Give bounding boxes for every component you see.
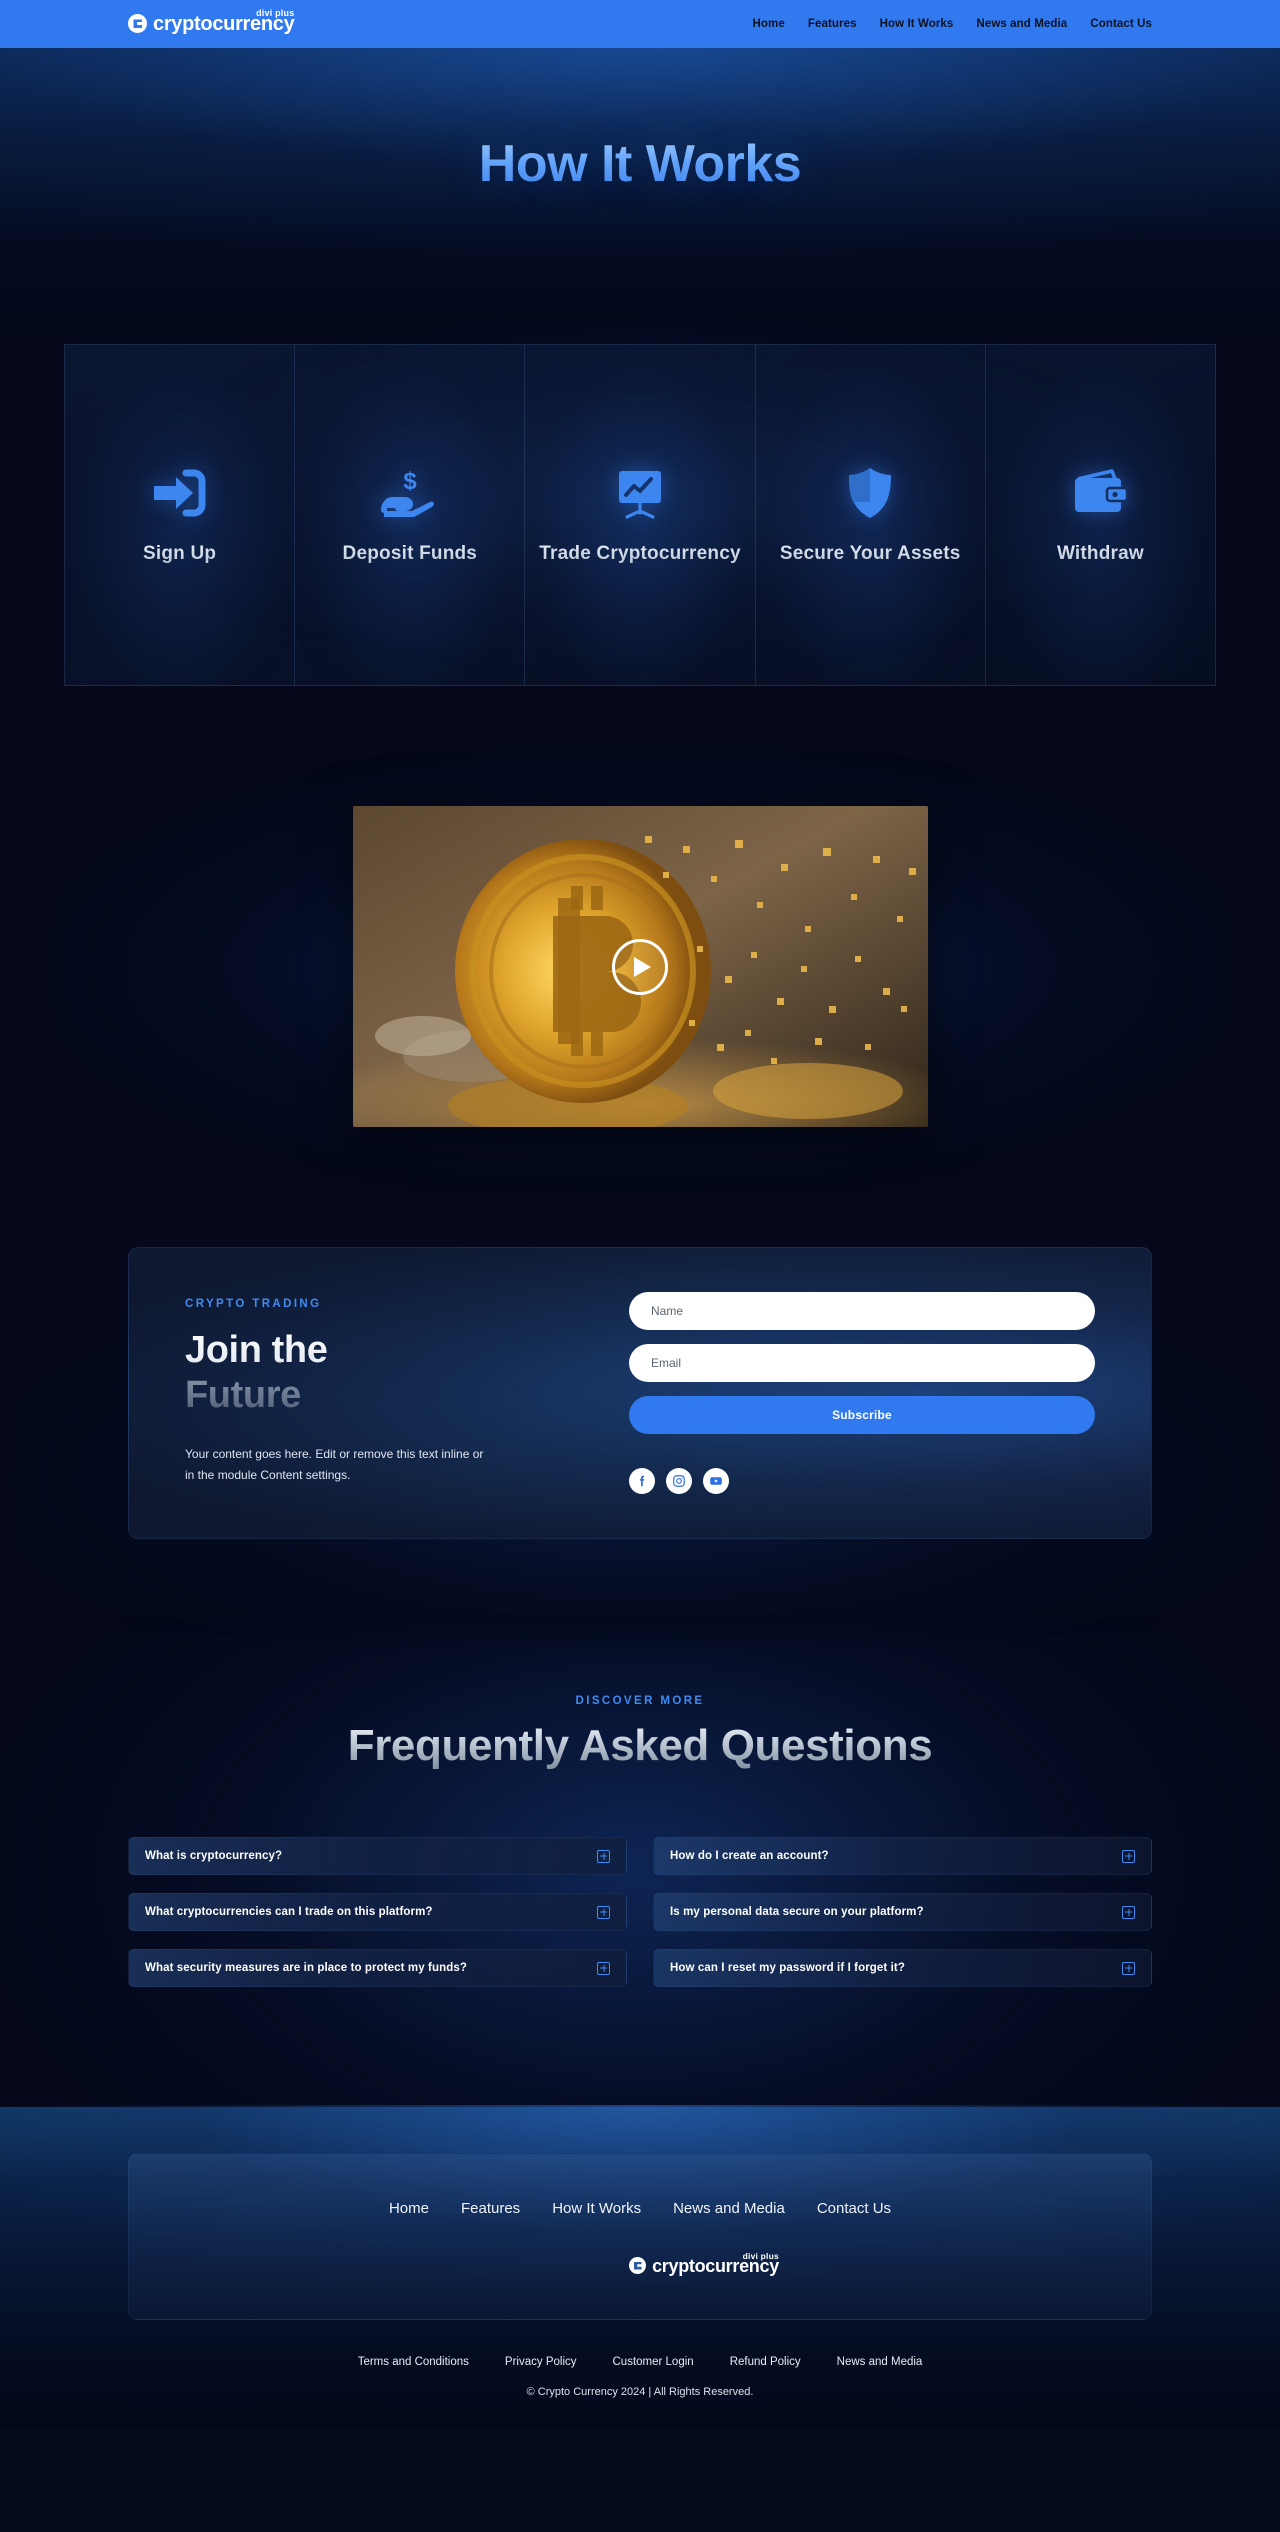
plus-icon[interactable]: [1122, 1961, 1135, 1975]
faq-question: How do I create an account?: [670, 1850, 829, 1862]
step-sign-up[interactable]: Sign Up: [65, 345, 296, 685]
step-withdraw[interactable]: Withdraw: [985, 345, 1216, 685]
site-header: cryptocurrency divi plus Home Features H…: [0, 0, 1280, 48]
steps-section: Sign Up $ Deposit Funds Trade Cryptocurr…: [0, 324, 1280, 686]
crypto-coin-icon: [629, 2257, 647, 2274]
plus-icon[interactable]: [1122, 1849, 1135, 1863]
subscribe-description: Your content goes here. Edit or remove t…: [185, 1446, 484, 1482]
subscribe-form-column: Subscribe: [629, 1288, 1095, 1494]
play-triangle: [633, 956, 651, 977]
plus-icon[interactable]: [597, 1905, 610, 1919]
nav-item-how-it-works[interactable]: How It Works: [880, 18, 954, 30]
nav-item-contact-us[interactable]: Contact Us: [1090, 18, 1152, 30]
footer-nav: Home Features How It Works News and Medi…: [129, 2200, 1151, 2217]
step-secure-your-assets[interactable]: Secure Your Assets: [755, 345, 986, 685]
plus-icon[interactable]: [597, 1849, 610, 1863]
video-section: [0, 686, 1280, 1247]
faq-question: What security measures are in place to p…: [145, 1962, 467, 1974]
social-links: [629, 1468, 1095, 1494]
faq-title: Frequently Asked Questions: [0, 1721, 1280, 1771]
plus-icon[interactable]: [597, 1961, 610, 1975]
page-title: How It Works: [478, 135, 802, 193]
footer-nav-item-contact-us[interactable]: Contact Us: [817, 2200, 891, 2217]
faq-item[interactable]: Is my personal data secure on your platf…: [653, 1893, 1152, 1931]
faq-grid: What is cryptocurrency? How do I create …: [128, 1837, 1152, 1987]
subscribe-heading: Join the Future: [185, 1328, 575, 1418]
hand-holding-dollar-icon: $: [379, 465, 441, 521]
hero-section: How It Works: [0, 48, 1280, 344]
page-root: cryptocurrency divi plus Home Features H…: [0, 0, 1280, 2532]
play-icon[interactable]: [612, 938, 668, 995]
step-label: Secure Your Assets: [779, 543, 961, 564]
step-label: Withdraw: [1056, 543, 1144, 564]
crypto-coin-icon: [128, 14, 147, 33]
subscribe-copy-column: CRYPTO TRADING Join the Future Your cont…: [185, 1288, 575, 1494]
step-trade-cryptocurrency[interactable]: Trade Cryptocurrency: [525, 345, 756, 685]
email-input[interactable]: [629, 1344, 1095, 1382]
faq-item[interactable]: How do I create an account?: [653, 1837, 1152, 1875]
nav-item-home[interactable]: Home: [752, 18, 784, 30]
faq-question: Is my personal data secure on your platf…: [670, 1906, 924, 1918]
wallet-icon: [1069, 465, 1131, 521]
faq-section: DISCOVER MORE Frequently Asked Questions…: [0, 1635, 1280, 2255]
step-deposit-funds[interactable]: $ Deposit Funds: [295, 345, 526, 685]
faq-item[interactable]: What cryptocurrencies can I trade on thi…: [128, 1893, 627, 1931]
footer-brand-sup: divi plus: [742, 2251, 779, 2261]
footer-nav-item-features[interactable]: Features: [461, 2200, 520, 2217]
video-player[interactable]: [352, 806, 928, 1127]
footer-link-news-and-media[interactable]: News and Media: [837, 2356, 923, 2368]
faq-question: What cryptocurrencies can I trade on thi…: [145, 1906, 433, 1918]
subscribe-eyebrow: CRYPTO TRADING: [185, 1298, 322, 1310]
footer-card: Home Features How It Works News and Medi…: [128, 2153, 1152, 2320]
name-input[interactable]: [629, 1292, 1095, 1330]
svg-text:$: $: [403, 468, 417, 495]
footer-nav-item-news-and-media[interactable]: News and Media: [673, 2200, 785, 2217]
plus-icon[interactable]: [1122, 1905, 1135, 1919]
subscribe-heading-line1: Join the: [185, 1328, 575, 1373]
nav-item-news-and-media[interactable]: News and Media: [976, 18, 1067, 30]
faq-item[interactable]: What is cryptocurrency?: [128, 1837, 627, 1875]
faq-question: What is cryptocurrency?: [145, 1850, 283, 1862]
subscribe-heading-line2: Future: [185, 1373, 575, 1418]
subscribe-card: CRYPTO TRADING Join the Future Your cont…: [128, 1247, 1152, 1539]
footer-logo[interactable]: cryptocurrency divi plus: [629, 2251, 779, 2275]
facebook-icon[interactable]: [629, 1468, 655, 1494]
subscribe-section: CRYPTO TRADING Join the Future Your cont…: [0, 1247, 1280, 1677]
youtube-icon[interactable]: [703, 1468, 729, 1494]
step-label: Trade Cryptocurrency: [539, 543, 741, 564]
step-label: Sign Up: [143, 543, 217, 564]
footer-nav-item-how-it-works[interactable]: How It Works: [552, 2200, 641, 2217]
footer-link-refund-policy[interactable]: Refund Policy: [730, 2356, 801, 2368]
faq-eyebrow: DISCOVER MORE: [575, 1695, 705, 1707]
footer-legal-links: Terms and Conditions Privacy Policy Cust…: [0, 2356, 1280, 2368]
footer-nav-item-home[interactable]: Home: [389, 2200, 429, 2217]
steps-row: Sign Up $ Deposit Funds Trade Cryptocurr…: [64, 344, 1216, 686]
brand-sup: divi plus: [256, 8, 295, 18]
footer-link-customer-login[interactable]: Customer Login: [613, 2356, 694, 2368]
site-logo[interactable]: cryptocurrency divi plus: [128, 8, 295, 34]
sign-in-arrow-icon: [149, 465, 211, 521]
instagram-icon[interactable]: [666, 1468, 692, 1494]
primary-nav: Home Features How It Works News and Medi…: [752, 18, 1152, 30]
chart-presentation-icon: [609, 465, 671, 521]
faq-item[interactable]: How can I reset my password if I forget …: [653, 1949, 1152, 1987]
nav-item-features[interactable]: Features: [808, 18, 857, 30]
faq-item[interactable]: What security measures are in place to p…: [128, 1949, 627, 1987]
footer-link-terms-and-conditions[interactable]: Terms and Conditions: [358, 2356, 469, 2368]
site-footer: Home Features How It Works News and Medi…: [0, 2105, 1280, 2428]
footer-link-privacy-policy[interactable]: Privacy Policy: [505, 2356, 577, 2368]
subscribe-button[interactable]: Subscribe: [629, 1396, 1095, 1434]
step-label: Deposit Funds: [342, 543, 478, 564]
shield-icon: [839, 465, 901, 521]
faq-question: How can I reset my password if I forget …: [670, 1962, 905, 1974]
copyright: © Crypto Currency 2024 | All Rights Rese…: [526, 2386, 754, 2398]
